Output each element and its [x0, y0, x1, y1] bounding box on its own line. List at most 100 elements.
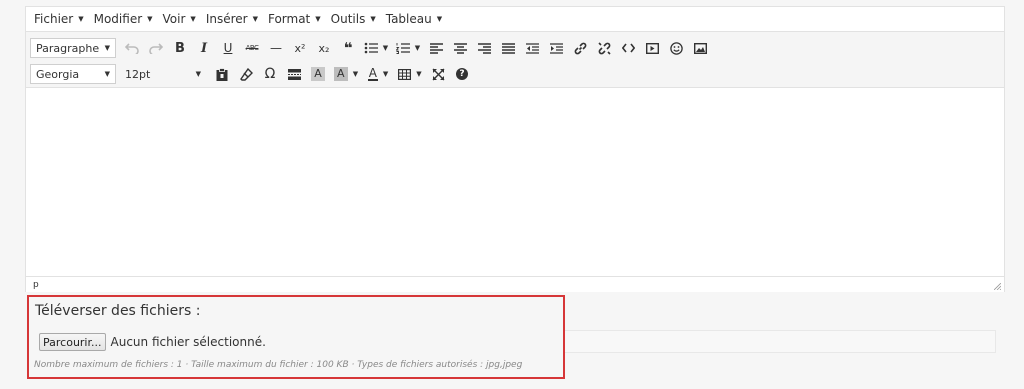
italic-button[interactable]: I [192, 37, 216, 59]
strikethrough-icon: ABC [245, 44, 259, 52]
bullet-list-icon [364, 42, 378, 54]
strikethrough-button[interactable]: ABC [240, 37, 264, 59]
menubar: Fichier ▼ Modifier ▼ Voir ▼ Insérer ▼ Format… [26, 7, 1004, 31]
align-right-button[interactable] [472, 37, 496, 59]
caret-down-icon: ▼ [416, 70, 422, 78]
table-icon [398, 68, 412, 80]
horizontal-rule-button[interactable]: — [264, 37, 288, 59]
editor-statusbar: p [26, 276, 1004, 292]
page-break-icon [287, 68, 301, 80]
menu-label: Modifier [93, 12, 143, 26]
eraser-icon [239, 67, 253, 81]
caret-down-icon: ▼ [352, 70, 359, 78]
rich-text-editor: Fichier ▼ Modifier ▼ Voir ▼ Insérer ▼ Format… [25, 6, 1005, 292]
indent-icon [549, 42, 563, 54]
caret-down-icon: ▼ [104, 70, 110, 78]
font-family-value: Georgia [36, 67, 80, 81]
numbered-list-button[interactable]: ▼ [392, 37, 424, 59]
image-icon [693, 42, 707, 54]
no-file-label: Aucun fichier sélectionné. [110, 335, 266, 349]
menu-label: Tableau [385, 12, 432, 26]
redo-icon [149, 43, 163, 54]
align-justify-icon [501, 42, 515, 54]
insert-image-button[interactable] [688, 37, 712, 59]
redo-button[interactable] [144, 37, 168, 59]
blockquote-icon: ❝ [343, 39, 353, 57]
editor-content-area[interactable] [26, 87, 1004, 276]
superscript-icon: x² [294, 41, 306, 55]
background-color-button[interactable]: A [306, 63, 330, 85]
caret-down-icon: ▼ [104, 44, 110, 52]
menu-label: Format [267, 12, 311, 26]
align-center-button[interactable] [448, 37, 472, 59]
page-break-button[interactable] [282, 63, 306, 85]
help-button[interactable]: ? [450, 63, 474, 85]
caret-down-icon: ▼ [382, 70, 389, 78]
menu-label: Voir [162, 12, 186, 26]
media-icon [645, 42, 659, 54]
caret-down-icon: ▼ [195, 70, 201, 78]
special-character-button[interactable]: Ω [258, 63, 282, 85]
smiley-icon [669, 41, 683, 55]
browse-button[interactable]: Parcourir... [39, 333, 106, 351]
underline-button[interactable]: U [216, 37, 240, 59]
superscript-button[interactable]: x² [288, 37, 312, 59]
fullscreen-icon [432, 68, 444, 80]
font-family-select[interactable]: Georgia ▼ [30, 64, 116, 84]
menu-modifier[interactable]: Modifier ▼ [89, 12, 158, 26]
indent-button[interactable] [544, 37, 568, 59]
subscript-icon: x₂ [318, 41, 330, 55]
file-input[interactable]: Parcourir... Aucun fichier sélectionné. [39, 331, 997, 353]
bullet-list-button[interactable]: ▼ [360, 37, 392, 59]
emoticons-button[interactable] [664, 37, 688, 59]
subscript-button[interactable]: x₂ [312, 37, 336, 59]
insert-media-button[interactable] [640, 37, 664, 59]
help-icon: ? [456, 68, 468, 80]
source-code-button[interactable] [616, 37, 640, 59]
menu-label: Fichier [34, 12, 74, 26]
insert-link-button[interactable] [568, 37, 592, 59]
caret-down-icon: ▼ [370, 15, 376, 23]
resize-handle-icon[interactable] [994, 283, 1001, 290]
block-format-select[interactable]: Paragraphe ▼ [30, 38, 116, 58]
fullscreen-button[interactable] [426, 63, 450, 85]
undo-button[interactable] [120, 37, 144, 59]
menu-fichier[interactable]: Fichier ▼ [29, 12, 89, 26]
font-size-value: 12pt [125, 67, 151, 81]
menu-format[interactable]: Format ▼ [263, 12, 326, 26]
paste-text-button[interactable] [210, 63, 234, 85]
remove-link-button[interactable] [592, 37, 616, 59]
font-size-select[interactable]: 12pt ▼ [120, 64, 206, 84]
align-left-button[interactable] [424, 37, 448, 59]
element-path[interactable]: p [33, 280, 39, 290]
align-justify-button[interactable] [496, 37, 520, 59]
caret-down-icon: ▼ [315, 15, 321, 23]
text-background-button[interactable]: A ▼ [330, 63, 362, 85]
table-button[interactable]: ▼ [394, 63, 426, 85]
align-center-icon [453, 42, 467, 54]
italic-icon: I [200, 40, 208, 56]
upload-title: Téléverser des fichiers : [35, 303, 201, 319]
align-left-icon [429, 42, 443, 54]
menu-tableau[interactable]: Tableau ▼ [381, 12, 447, 26]
menu-outils[interactable]: Outils ▼ [326, 12, 381, 26]
block-format-value: Paragraphe [36, 41, 100, 55]
menu-voir[interactable]: Voir ▼ [158, 12, 201, 26]
caret-down-icon: ▼ [78, 15, 84, 23]
clipboard-icon [216, 67, 228, 81]
outdent-button[interactable] [520, 37, 544, 59]
horizontal-rule-icon: — [270, 41, 282, 55]
caret-down-icon: ▼ [382, 44, 389, 52]
link-icon [574, 42, 586, 54]
toolbar-row-1: Paragraphe ▼ B I U ABC — x² x₂ ❝ ▼ ▼ [26, 35, 1004, 61]
bold-button[interactable]: B [168, 37, 192, 59]
upload-hint: Nombre maximum de fichiers : 1 · Taille … [34, 360, 523, 370]
font-color-button[interactable]: A ▼ [362, 63, 394, 85]
toolbar-row-2: Georgia ▼ 12pt ▼ Ω A A ▼ A ▼ ▼ ? [26, 61, 1004, 87]
caret-down-icon: ▼ [147, 15, 153, 23]
clear-formatting-button[interactable] [234, 63, 258, 85]
menu-inserer[interactable]: Insérer ▼ [201, 12, 263, 26]
font-color-icon: A [367, 66, 378, 81]
blockquote-button[interactable]: ❝ [336, 37, 360, 59]
outdent-icon [525, 42, 539, 54]
